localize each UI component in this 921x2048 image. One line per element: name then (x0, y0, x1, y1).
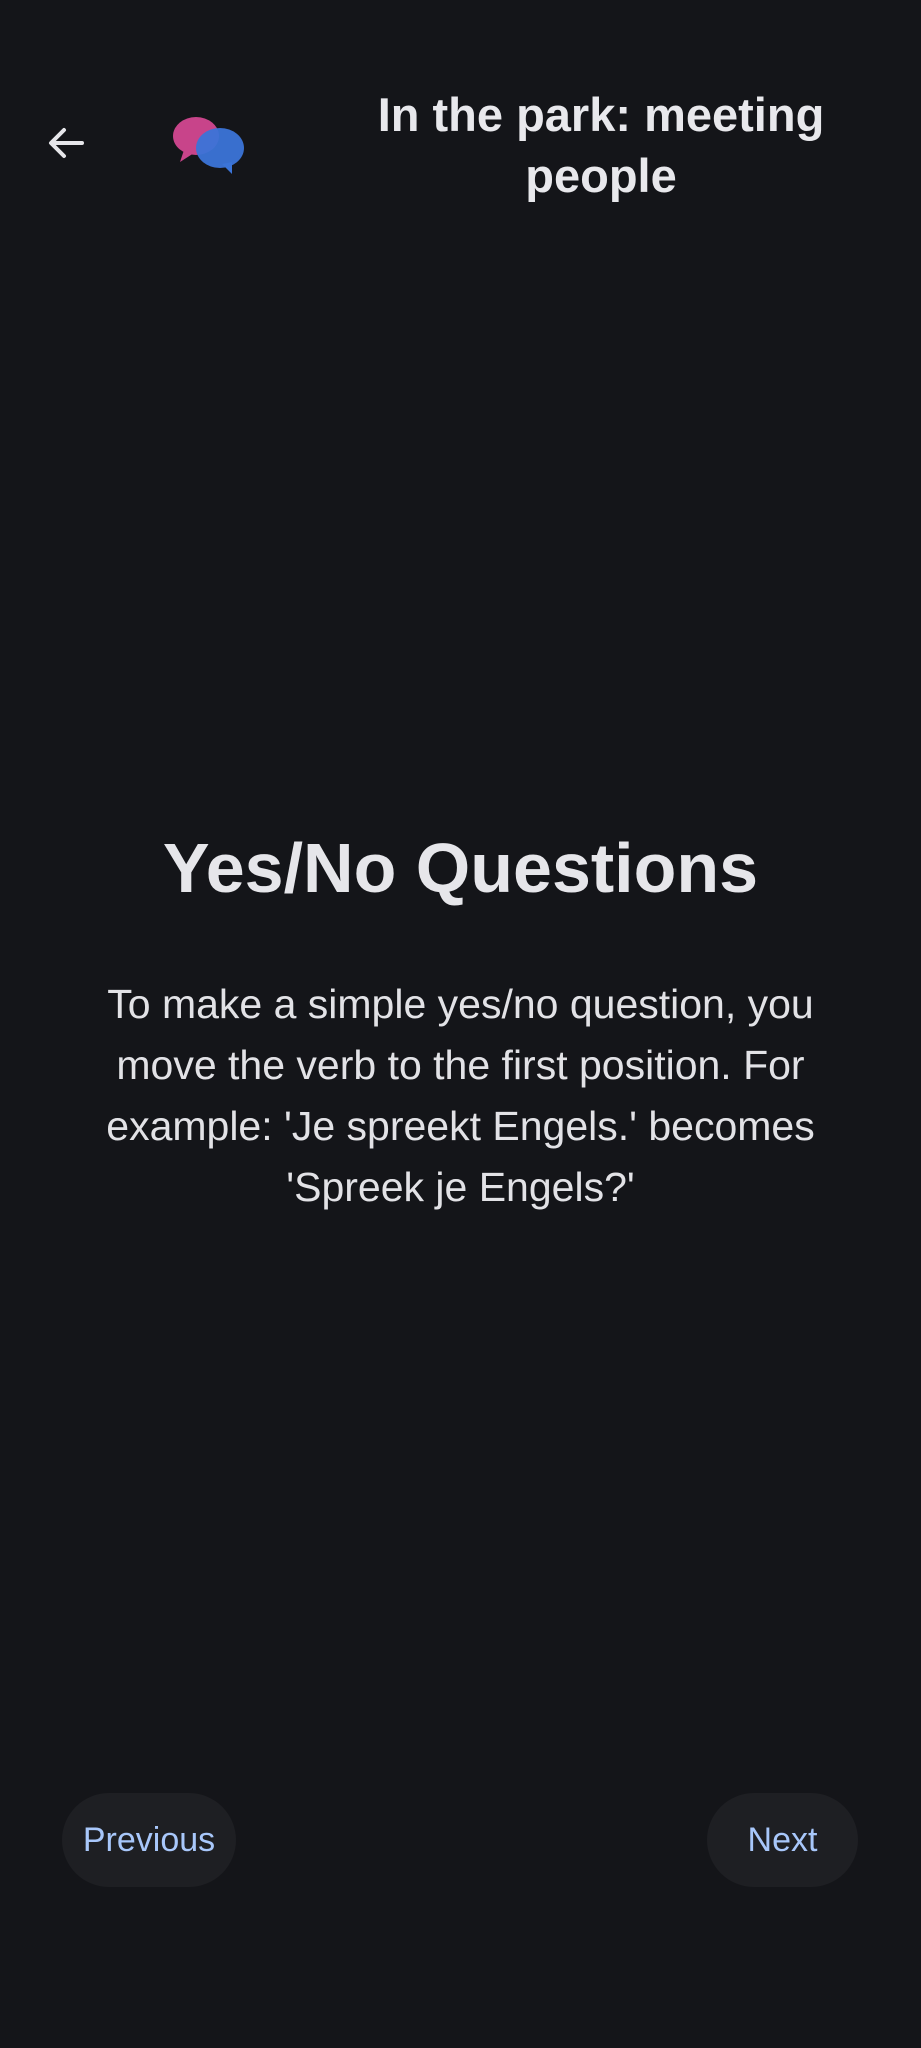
lesson-body: To make a simple yes/no question, you mo… (106, 981, 815, 1210)
chat-bubbles-icon (173, 117, 244, 174)
app-logo (170, 114, 250, 174)
page-title: In the park: meeting people (377, 88, 825, 202)
next-button[interactable]: Next (707, 1793, 858, 1887)
back-button[interactable] (40, 117, 92, 169)
arrow-left-icon (49, 128, 84, 158)
lesson-heading: Yes/No Questions (162, 829, 759, 907)
previous-button[interactable]: Previous (62, 1793, 236, 1887)
